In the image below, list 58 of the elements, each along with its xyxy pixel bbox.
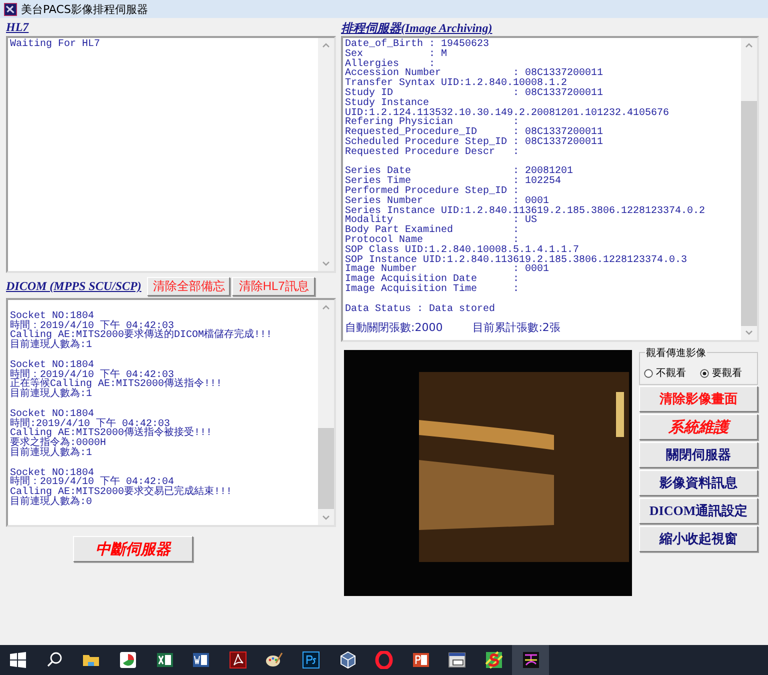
slides-icon <box>412 651 430 669</box>
info-line: Transfer Syntax UID:1.2.840.10008.1.2 <box>345 79 568 89</box>
photo-editor-icon <box>302 651 320 669</box>
radio-option[interactable]: 要觀看 <box>700 366 742 380</box>
status-line: Waiting For HL7 <box>10 40 102 50</box>
document-icon <box>192 651 210 669</box>
spreadsheet-icon <box>156 651 174 669</box>
log-line: 目前連現人數為:1 <box>10 448 94 459</box>
info-line: Study ID : 08C1337200011 <box>345 88 604 99</box>
info-line: Data Status : Data stored <box>345 304 496 314</box>
group-title: 觀看傳進影像 <box>645 346 707 360</box>
section-label: HL7 <box>6 20 30 36</box>
app-icon <box>4 2 17 16</box>
pdf-icon <box>228 651 247 669</box>
action-button[interactable]: DICOM通訊設定 <box>639 498 758 524</box>
info-line: Body Part Examined : <box>345 226 520 236</box>
radio-button-icon[interactable] <box>700 368 709 378</box>
action-button[interactable]: 縮小收起視窗 <box>639 526 758 552</box>
info-line: Performed Procedure Step_ID : <box>345 186 520 197</box>
section-label: 排程伺服器(Image Archiving) <box>341 20 494 36</box>
info-line: Image Acquisition Date : <box>345 275 520 285</box>
hl7-text-area[interactable]: Waiting For HL7 <box>6 36 336 273</box>
striped-tile-icon <box>485 651 504 669</box>
log-line: 目前連現人數為:0 <box>10 498 94 508</box>
info-line: Requested Procedure Descr : <box>345 148 520 158</box>
info-line: Protocol Name : <box>345 236 520 246</box>
counter-text: 自動關閉張數:2000 <box>345 320 443 336</box>
scrollbar[interactable] <box>318 300 334 525</box>
scrollbar[interactable] <box>741 38 757 340</box>
scroll-thumb[interactable] <box>318 428 334 510</box>
info-text-area[interactable] <box>341 36 759 342</box>
info-line: Image Acquisition Time : <box>345 284 520 295</box>
cube-icon <box>338 651 357 669</box>
info-line: SOP Class UID:1.2.840.10008.5.1.4.1.1.7 <box>345 246 580 256</box>
windows-logo-icon <box>9 651 28 669</box>
log-text-area[interactable] <box>6 298 336 527</box>
palette-icon <box>265 651 284 669</box>
info-line: Sex : M <box>345 50 448 60</box>
info-line: Requested_Procedure_ID : 08C1337200011 <box>345 128 604 138</box>
window-title: 美台PACS影像排程伺服器 <box>21 2 148 16</box>
info-line: Series Number : 0001 <box>345 196 550 207</box>
info-line: Series Time : 102254 <box>345 177 562 187</box>
counter-text: 目前累計張數:2張 <box>472 320 560 336</box>
action-button[interactable]: 關閉伺服器 <box>639 442 758 468</box>
radio-option[interactable]: 不觀看 <box>644 366 686 380</box>
search-icon <box>46 651 64 669</box>
log-line: 目前連現人數為:1 <box>10 390 94 400</box>
pie-chart-icon <box>119 651 138 669</box>
info-line: Study Instance <box>345 98 430 109</box>
action-button[interactable]: 影像資料訊息 <box>639 470 758 496</box>
log-line: 目前連現人數為:1 <box>10 341 94 351</box>
info-line: Date_of_Birth : 19450623 <box>345 40 490 50</box>
window-icon <box>448 651 466 669</box>
ring-icon <box>375 651 394 669</box>
scroll-thumb[interactable] <box>741 101 757 326</box>
radio-button-icon[interactable] <box>644 368 653 378</box>
info-line: Scheduled Procedure Step_ID : 08C1337200011 <box>345 138 604 148</box>
section-label: DICOM (MPPS SCU/SCP) <box>6 279 142 294</box>
